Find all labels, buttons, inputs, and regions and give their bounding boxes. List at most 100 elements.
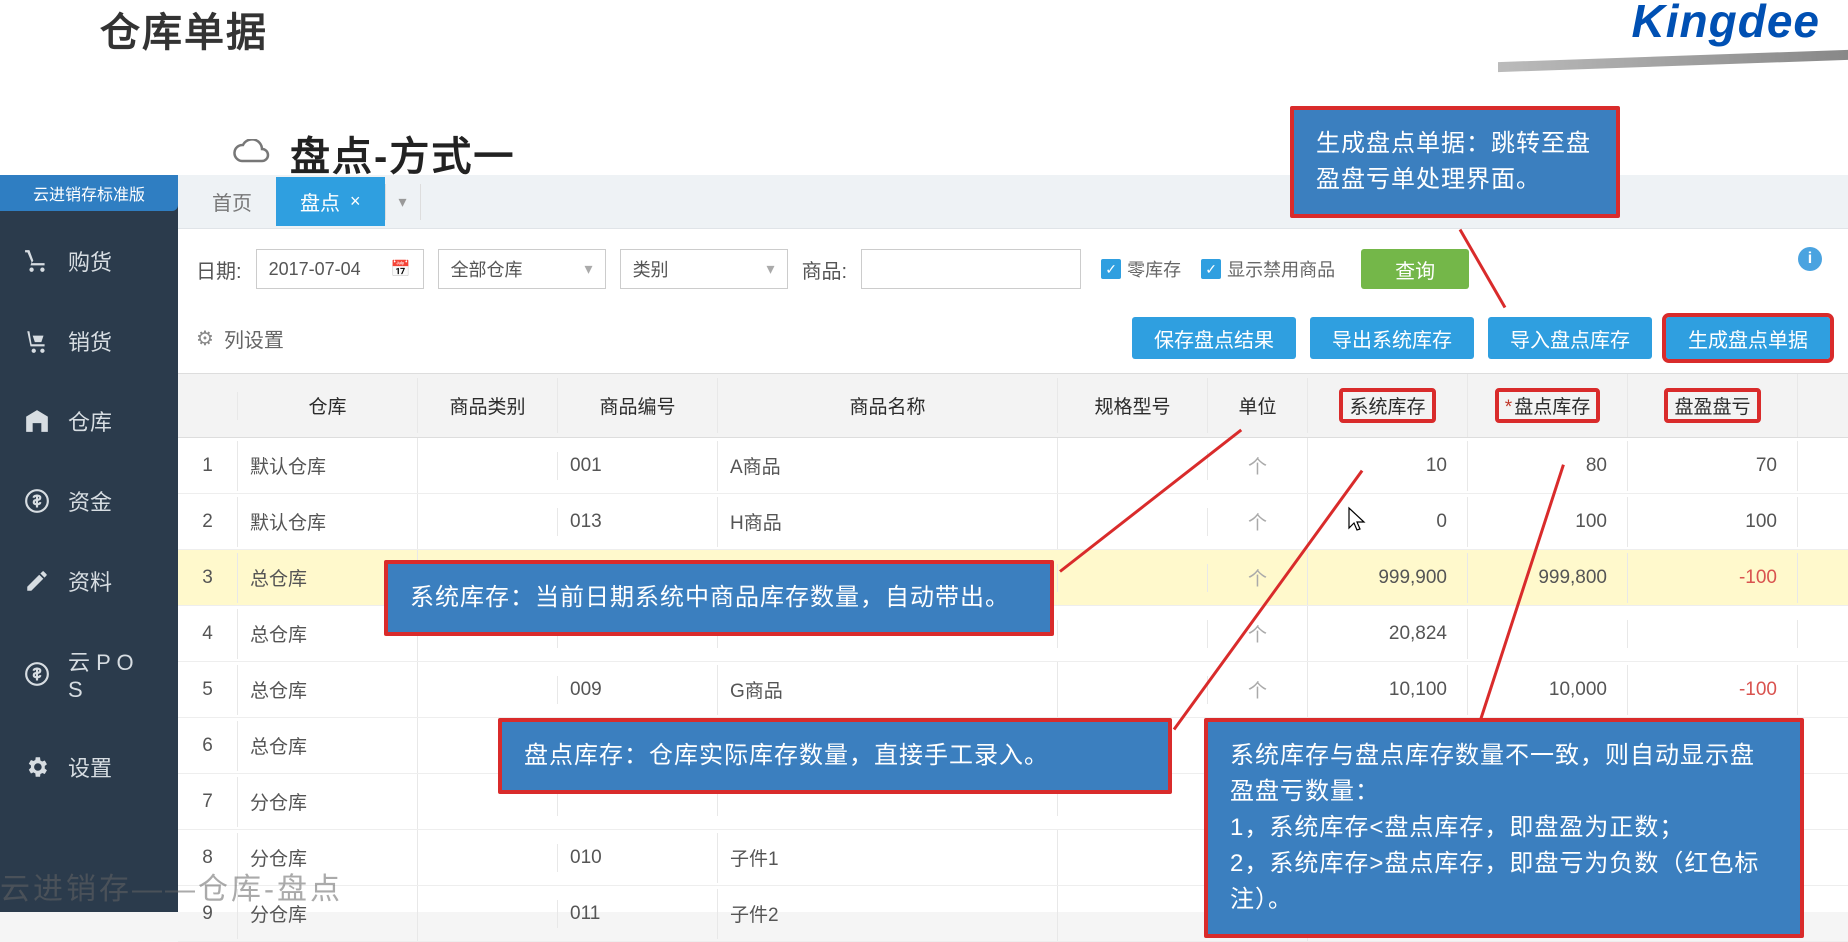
- callout-count-stock: 盘点库存：仓库实际库存数量，直接手工录入。: [498, 718, 1172, 794]
- warehouse-icon: [24, 408, 50, 434]
- sidebar-item-label: 购货: [68, 245, 112, 277]
- generate-doc-button[interactable]: 生成盘点单据: [1666, 317, 1830, 359]
- table-cell: -100: [1628, 665, 1798, 715]
- table-cell: 分仓库: [238, 774, 418, 829]
- calendar-icon: 📅: [391, 259, 411, 279]
- date-label: 日期:: [196, 255, 242, 284]
- export-stock-button[interactable]: 导出系统库存: [1310, 317, 1474, 359]
- sidebar-item-pos[interactable]: 云 P O S: [0, 621, 178, 727]
- sidebar-item-label: 设置: [68, 751, 112, 783]
- table-cell: 20,824: [1308, 609, 1468, 659]
- category-value: 类别: [633, 256, 669, 282]
- sidebar-item-label: 销货: [68, 325, 112, 357]
- close-icon[interactable]: ×: [350, 191, 361, 212]
- warehouse-select[interactable]: 全部仓库 ▾: [438, 249, 606, 289]
- th-count-stock: *盘点库存: [1468, 374, 1628, 437]
- table-cell: 80: [1468, 441, 1628, 491]
- tab-home[interactable]: 首页: [188, 177, 276, 226]
- callout-generate-doc: 生成盘点单据：跳转至盘盈盘亏单处理界面。: [1290, 106, 1620, 218]
- zero-stock-checkbox[interactable]: ✓ 零库存: [1101, 256, 1181, 282]
- sidebar-item-settings[interactable]: 设置: [0, 727, 178, 807]
- table-cell: 子件2: [718, 886, 1058, 941]
- dollar-icon: [24, 488, 50, 514]
- table-cell: 999,900: [1308, 553, 1468, 603]
- th-gain-loss: 盘盈盘亏: [1628, 374, 1798, 437]
- sidebar-item-label: 资料: [68, 565, 112, 597]
- table-cell: [1058, 564, 1208, 592]
- product-input[interactable]: [861, 249, 1081, 289]
- table-cell: 个: [1208, 438, 1308, 493]
- import-stock-button[interactable]: 导入盘点库存: [1488, 317, 1652, 359]
- table-cell: 010: [558, 833, 718, 883]
- table-cell: 7: [178, 777, 238, 827]
- th-unit: 单位: [1208, 378, 1308, 433]
- sidebar-item-label: 云 P O S: [68, 645, 154, 703]
- th-index: [178, 392, 238, 420]
- callout-gain-loss: 系统库存与盘点库存数量不一致，则自动显示盘盈盘亏数量： 1，系统库存<盘点库存，…: [1204, 718, 1804, 938]
- table-cell: [1058, 900, 1208, 928]
- table-cell: 100: [1628, 497, 1798, 547]
- tab-inventory-check[interactable]: 盘点 ×: [276, 177, 385, 226]
- table-cell: 70: [1628, 441, 1798, 491]
- table-row[interactable]: 2默认仓库013H商品个0100100: [178, 494, 1848, 550]
- chevron-down-icon: ▾: [585, 259, 593, 279]
- date-input[interactable]: 2017-07-04 📅: [256, 249, 424, 289]
- table-cell: [418, 844, 558, 872]
- table-cell: 999,800: [1468, 553, 1628, 603]
- table-cell: [1058, 844, 1208, 872]
- product-label: 商品:: [802, 255, 848, 284]
- table-cell: 3: [178, 553, 238, 603]
- sidebar-item-data[interactable]: 资料: [0, 541, 178, 621]
- table-cell: 009: [558, 665, 718, 715]
- th-name: 商品名称: [718, 378, 1058, 433]
- category-select[interactable]: 类别 ▾: [620, 249, 788, 289]
- column-settings-button[interactable]: ⚙ 列设置: [196, 324, 284, 353]
- sidebar-item-purchase[interactable]: 购货: [0, 221, 178, 301]
- table-cell: [418, 452, 558, 480]
- table-cell: 默认仓库: [238, 494, 418, 549]
- table-cell: [1628, 620, 1798, 648]
- dollar-icon: [24, 661, 50, 687]
- table-cell: [1058, 620, 1208, 648]
- table-cell: [418, 676, 558, 704]
- table-cell: [1468, 620, 1628, 648]
- table-cell: 011: [558, 889, 718, 939]
- table-cell: 1: [178, 441, 238, 491]
- query-button[interactable]: 查询: [1361, 249, 1469, 289]
- table-cell: 总仓库: [238, 718, 418, 773]
- table-cell: G商品: [718, 662, 1058, 717]
- sidebar-item-label: 仓库: [68, 405, 112, 437]
- gear-icon: [24, 754, 50, 780]
- table-cell: 2: [178, 497, 238, 547]
- table-cell: [418, 508, 558, 536]
- table-cell: 0: [1308, 497, 1468, 547]
- gear-icon: ⚙: [196, 326, 214, 351]
- tab-add-button[interactable]: ▾: [385, 184, 421, 220]
- table-cell: 个: [1208, 662, 1308, 717]
- checkbox-label: 显示禁用商品: [1227, 256, 1335, 282]
- sidebar-item-sales[interactable]: 销货: [0, 301, 178, 381]
- table-row[interactable]: 5总仓库009G商品个10,10010,000-100: [178, 662, 1848, 718]
- th-category: 商品类别: [418, 378, 558, 433]
- table-cell: 4: [178, 609, 238, 659]
- save-result-button[interactable]: 保存盘点结果: [1132, 317, 1296, 359]
- table-cell: 总仓库: [238, 662, 418, 717]
- table-header: 仓库 商品类别 商品编号 商品名称 规格型号 单位 系统库存 *盘点库存 盘盈盘…: [178, 374, 1848, 438]
- watermark: 云进销存——仓库-盘点: [0, 864, 343, 908]
- checkbox-checked-icon: ✓: [1201, 259, 1221, 279]
- sidebar-item-funds[interactable]: 资金: [0, 461, 178, 541]
- table-cell: 001: [558, 441, 718, 491]
- table-row[interactable]: 1默认仓库001A商品个108070: [178, 438, 1848, 494]
- info-icon[interactable]: i: [1798, 247, 1822, 271]
- handcart-icon: [24, 328, 50, 354]
- pencil-icon: [24, 568, 50, 594]
- table-cell: 5: [178, 665, 238, 715]
- show-disabled-checkbox[interactable]: ✓ 显示禁用商品: [1201, 256, 1335, 282]
- callout-sys-stock: 系统库存：当前日期系统中商品库存数量，自动带出。: [384, 560, 1054, 636]
- table-cell: 013: [558, 497, 718, 547]
- cursor-icon: [1346, 506, 1368, 534]
- table-cell: -100: [1628, 553, 1798, 603]
- filter-bar: 日期: 2017-07-04 📅 全部仓库 ▾ 类别 ▾ 商品:: [178, 229, 1848, 309]
- sidebar-item-warehouse[interactable]: 仓库: [0, 381, 178, 461]
- section-title: 盘点-方式一: [290, 124, 515, 182]
